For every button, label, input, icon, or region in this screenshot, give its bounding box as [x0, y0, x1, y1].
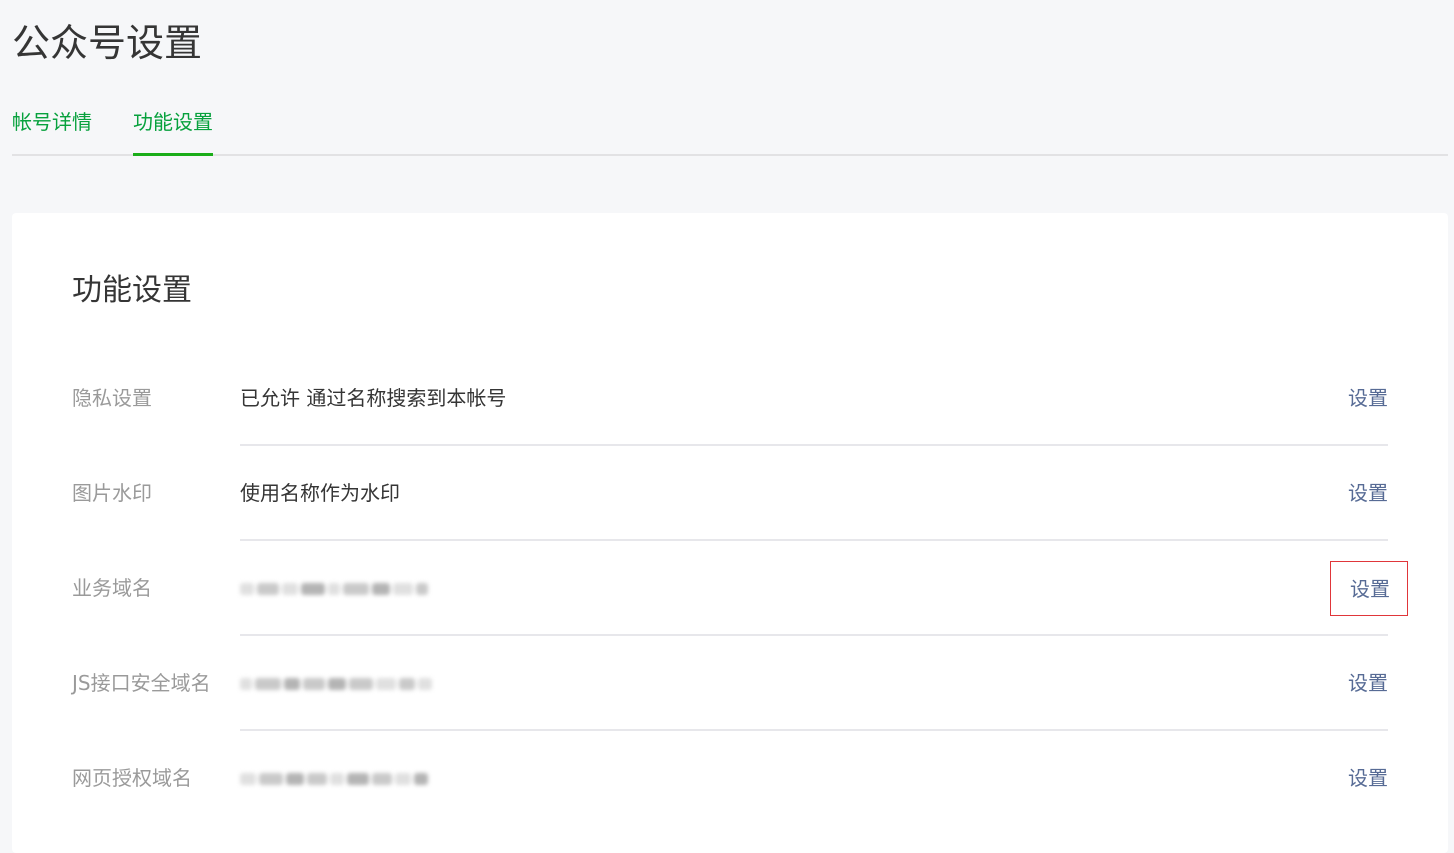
- setting-label: 业务域名: [72, 576, 152, 600]
- business-domain-settings-link[interactable]: 设置: [1330, 561, 1408, 616]
- setting-row-js-secure-domain: JS接口安全域名 设置: [72, 636, 1388, 731]
- card-title: 功能设置: [72, 273, 192, 308]
- setting-row-business-domain: 业务域名 设置: [72, 541, 1408, 636]
- tab-account-details[interactable]: 帐号详情: [12, 104, 92, 154]
- setting-row-privacy: 隐私设置 已允许 通过名称搜索到本帐号 设置: [72, 351, 1388, 446]
- setting-label: JS接口安全域名: [72, 671, 211, 695]
- privacy-settings-link[interactable]: 设置: [1348, 351, 1388, 446]
- setting-label: 网页授权域名: [72, 766, 192, 790]
- setting-value: 已允许 通过名称搜索到本帐号: [240, 386, 507, 410]
- redacted-domain-value: [240, 769, 431, 789]
- js-secure-domain-settings-link[interactable]: 设置: [1348, 636, 1388, 731]
- redacted-domain-value: [240, 579, 431, 599]
- setting-label: 隐私设置: [72, 386, 152, 410]
- tab-function-settings[interactable]: 功能设置: [133, 104, 213, 156]
- redacted-domain-value: [240, 674, 435, 694]
- setting-row-watermark: 图片水印 使用名称作为水印 设置: [72, 446, 1388, 541]
- tab-bar: 帐号详情 功能设置: [12, 104, 1448, 156]
- page-title: 公众号设置: [12, 21, 203, 65]
- setting-row-web-auth-domain: 网页授权域名 设置: [72, 731, 1388, 826]
- settings-card: 功能设置 隐私设置 已允许 通过名称搜索到本帐号 设置 图片水印 使用名称作为水…: [12, 213, 1448, 853]
- setting-value: 使用名称作为水印: [240, 481, 400, 505]
- web-auth-domain-settings-link[interactable]: 设置: [1348, 731, 1388, 826]
- setting-label: 图片水印: [72, 481, 152, 505]
- watermark-settings-link[interactable]: 设置: [1348, 446, 1388, 541]
